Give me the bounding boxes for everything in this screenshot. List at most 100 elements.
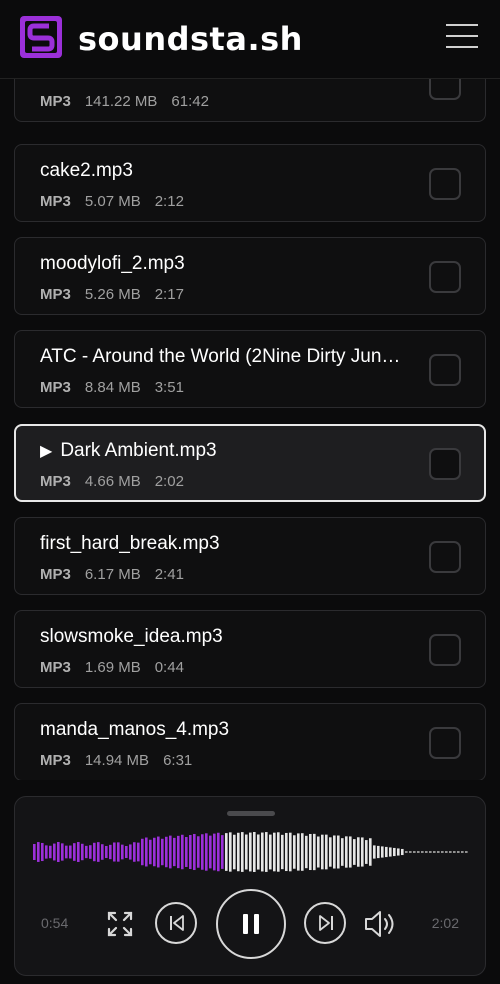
pause-button[interactable]	[216, 889, 286, 959]
waveform-bar	[373, 845, 376, 859]
total-time: 2:02	[431, 915, 459, 931]
waveform-bar	[101, 844, 104, 860]
volume-icon[interactable]	[363, 909, 399, 939]
select-checkbox[interactable]	[429, 541, 461, 573]
waveform-bar	[457, 851, 460, 853]
waveform-bar	[221, 835, 224, 869]
waveform-bar	[429, 851, 432, 853]
list-item[interactable]: manda_manos_4.mp3 MP3 14.94 MB 6:31	[14, 703, 486, 780]
waveform-bar	[265, 832, 268, 872]
skip-forward-button[interactable]	[304, 902, 346, 944]
waveform-bar	[377, 845, 380, 859]
waveform-bar	[289, 832, 292, 872]
waveform-bar	[105, 845, 108, 859]
list-item[interactable]: MP3 141.22 MB 61:42	[14, 78, 486, 122]
waveform-bar	[109, 844, 112, 860]
file-name: first_hard_break.mp3	[40, 533, 220, 554]
list-item[interactable]: moodylofi_2.mp3 MP3 5.26 MB 2:17	[14, 237, 486, 315]
waveform-bar	[409, 851, 412, 853]
waveform-bar	[201, 834, 204, 870]
waveform-bar	[245, 834, 248, 870]
fullscreen-icon[interactable]	[107, 911, 133, 937]
waveform-bar	[461, 851, 464, 853]
waveform-bar	[153, 837, 156, 867]
select-checkbox[interactable]	[429, 78, 461, 100]
waveform-bar	[45, 845, 48, 859]
waveform-bar	[445, 851, 448, 853]
skip-forward-icon	[319, 915, 333, 931]
waveform-bar	[137, 842, 140, 862]
file-duration: 2:02	[154, 473, 184, 490]
waveform-bar	[93, 842, 96, 862]
file-meta: MP3 5.07 MB 2:12	[40, 193, 184, 210]
waveform-bar	[113, 842, 116, 862]
file-size: 1.69 MB	[84, 659, 141, 676]
list-item[interactable]: ATC - Around the World (2Nine Dirty Jun……	[14, 330, 486, 408]
drag-handle[interactable]	[227, 811, 275, 816]
file-name: moodylofi_2.mp3	[40, 253, 185, 274]
waveform-bar	[97, 842, 100, 862]
select-checkbox[interactable]	[429, 168, 461, 200]
select-checkbox[interactable]	[429, 354, 461, 386]
list-item[interactable]: first_hard_break.mp3 MP3 6.17 MB 2:41	[14, 517, 486, 595]
file-name: cake2.mp3	[40, 160, 133, 181]
list-item-playing[interactable]: ▶ Dark Ambient.mp3 MP3 4.66 MB 2:02	[14, 424, 486, 502]
waveform-bar	[253, 831, 256, 873]
waveform-bar	[325, 834, 328, 870]
waveform-bar	[205, 833, 208, 871]
play-icon: ▶	[40, 443, 53, 460]
waveform-seekbar[interactable]	[33, 827, 469, 877]
waveform-bar	[157, 836, 160, 868]
select-checkbox[interactable]	[429, 634, 461, 666]
list-item[interactable]: slowsmoke_idea.mp3 MP3 1.69 MB 0:44	[14, 610, 486, 688]
audio-player: 0:54 2:02	[14, 796, 486, 976]
waveform-bar	[117, 842, 120, 862]
file-name: ATC - Around the World (2Nine Dirty Jun…	[40, 346, 401, 367]
waveform-bar	[333, 835, 336, 869]
waveform-bar	[281, 834, 284, 870]
file-list[interactable]: MP3 141.22 MB 61:42 cake2.mp3 MP3 5.07 MB 2:…	[0, 78, 500, 780]
file-format: MP3	[40, 566, 71, 583]
waveform-bar	[361, 837, 364, 867]
file-name: Dark Ambient.mp3	[60, 440, 217, 461]
waveform-bar	[189, 835, 192, 869]
file-meta: MP3 5.26 MB 2:17	[40, 286, 184, 303]
list-item[interactable]: cake2.mp3 MP3 5.07 MB 2:12	[14, 144, 486, 222]
waveform-bar	[389, 847, 392, 857]
file-format: MP3	[40, 659, 71, 676]
select-checkbox[interactable]	[429, 727, 461, 759]
file-duration: 61:42	[171, 93, 209, 110]
waveform-bar	[329, 837, 332, 867]
waveform-bar	[241, 832, 244, 872]
waveform-bar	[193, 833, 196, 871]
select-checkbox[interactable]	[429, 261, 461, 293]
app-header: soundsta.sh	[0, 0, 500, 79]
file-format: MP3	[40, 379, 71, 396]
waveform-bar	[257, 834, 260, 870]
waveform-bar	[225, 833, 228, 871]
waveform-bar	[73, 843, 76, 861]
file-format: MP3	[40, 286, 71, 303]
waveform-bar	[337, 835, 340, 869]
waveform-bar	[133, 842, 136, 862]
waveform-bar	[273, 832, 276, 872]
file-size: 4.66 MB	[84, 473, 141, 490]
file-name-row: ▶ Dark Ambient.mp3	[40, 440, 420, 462]
waveform-bar	[353, 839, 356, 865]
waveform-bar	[425, 851, 428, 853]
file-format: MP3	[40, 193, 71, 210]
skip-back-button[interactable]	[155, 902, 197, 944]
waveform-bar	[141, 838, 144, 866]
waveform-bar	[125, 845, 128, 859]
waveform-bar	[161, 838, 164, 866]
waveform-bar	[313, 833, 316, 871]
select-checkbox[interactable]	[429, 448, 461, 480]
waveform-bar	[81, 843, 84, 861]
soundstash-logo[interactable]	[20, 16, 62, 58]
waveform-bar	[49, 845, 52, 859]
brand-name[interactable]: soundsta.sh	[78, 20, 303, 58]
hamburger-menu-icon[interactable]	[446, 22, 478, 50]
file-meta: MP3 8.84 MB 3:51	[40, 379, 184, 396]
file-size: 5.07 MB	[84, 193, 141, 210]
waveform-bar	[369, 838, 372, 866]
